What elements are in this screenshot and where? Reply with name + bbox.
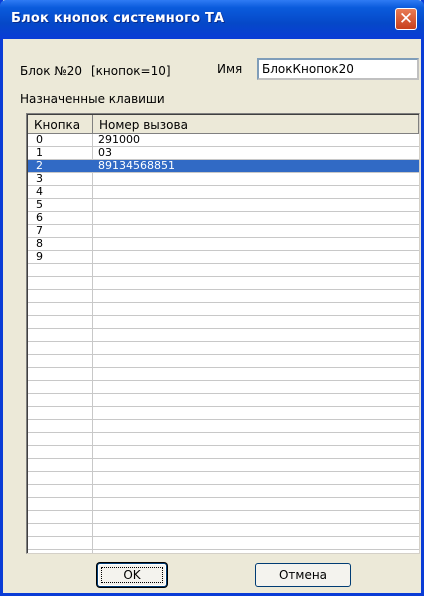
cancel-button-label: Отмена [278,568,328,582]
number-cell: 291000 [98,133,140,146]
table-row[interactable] [28,420,419,433]
table-row[interactable]: 3 [28,173,419,186]
key-cell: 6 [36,211,43,224]
key-cell: 8 [36,237,43,250]
table-row[interactable] [28,498,419,511]
column-header-number[interactable]: Номер вызова [93,115,419,134]
table-row[interactable] [28,394,419,407]
table-row[interactable] [28,459,419,472]
table-row[interactable] [28,290,419,303]
close-icon[interactable]: ✕ [395,8,417,30]
table-row[interactable]: 5 [28,199,419,212]
assigned-keys-label: Назначенные клавиши [20,92,165,106]
key-cell: 4 [36,185,43,198]
table-row[interactable]: 2 89134568851 [28,160,419,173]
key-cell: 5 [36,198,43,211]
button-count-label: [кнопок=10] [91,64,171,78]
table-row[interactable]: 4 [28,186,419,199]
table-row[interactable] [28,511,419,524]
table-row[interactable] [28,381,419,394]
title-bar[interactable]: Блок кнопок системного ТА ✕ [0,0,424,39]
table-row[interactable] [28,524,419,537]
focus-rect [101,567,163,583]
dialog-window: Блок кнопок системного ТА ✕ Блок №20 [кн… [0,0,424,596]
key-cell: 9 [36,250,43,263]
key-cell: 0 [36,133,43,146]
table-row[interactable]: 9 [28,251,419,264]
block-number-label: Блок №20 [20,64,83,78]
table-row[interactable]: 1 03 [28,147,419,160]
table-row[interactable] [28,264,419,277]
ok-button[interactable]: OK [97,563,167,587]
table-row[interactable] [28,277,419,290]
table-row[interactable] [28,446,419,459]
number-cell: 89134568851 [98,159,175,172]
table-row[interactable] [28,472,419,485]
column-header-key[interactable]: Кнопка [28,115,93,134]
table-row[interactable]: 8 [28,238,419,251]
table-row[interactable]: 7 [28,225,419,238]
key-cell: 7 [36,224,43,237]
table-row[interactable] [28,550,419,553]
name-field[interactable] [257,58,419,80]
table-row[interactable] [28,329,419,342]
table-row[interactable] [28,537,419,550]
table-row[interactable]: 0 291000 [28,134,419,147]
table-row[interactable] [28,342,419,355]
key-cell: 3 [36,172,43,185]
table-row[interactable] [28,407,419,420]
number-cell: 03 [98,146,112,159]
table-row[interactable]: 6 [28,212,419,225]
keys-table[interactable]: Кнопка Номер вызова 0 291000 1 03 2 891345688… [26,113,420,554]
table-row[interactable] [28,355,419,368]
table-row[interactable] [28,316,419,329]
name-label: Имя [217,62,243,76]
key-cell: 1 [36,146,43,159]
table-row[interactable] [28,368,419,381]
key-cell: 2 [36,159,43,172]
table-row[interactable] [28,303,419,316]
cancel-button[interactable]: Отмена [255,563,351,587]
table-row[interactable] [28,485,419,498]
window-title: Блок кнопок системного ТА [11,11,225,26]
table-row[interactable] [28,433,419,446]
